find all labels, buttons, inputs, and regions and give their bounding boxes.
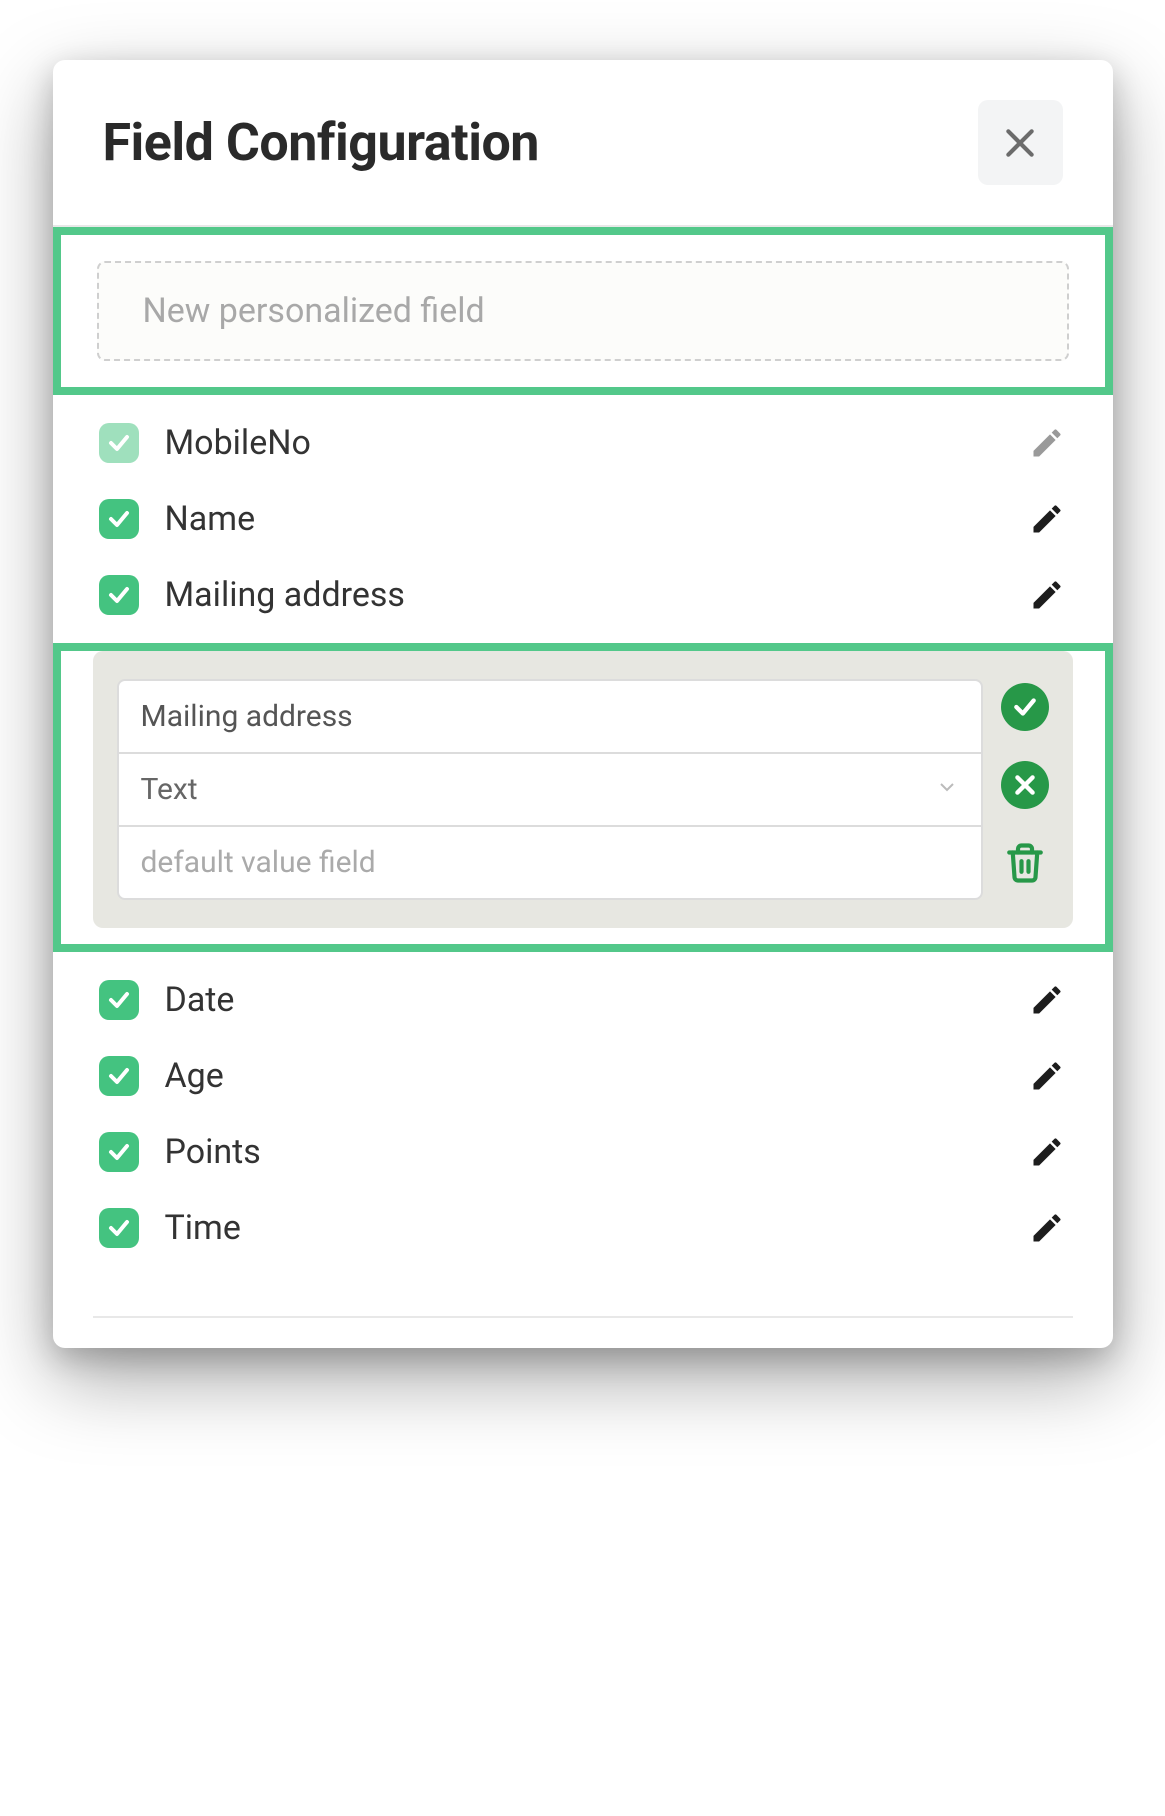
field-row: Points [93, 1114, 1073, 1190]
check-icon [107, 583, 131, 607]
new-field-dropzone[interactable]: New personalized field [97, 261, 1069, 361]
edit-button[interactable] [1027, 1056, 1067, 1096]
panel-header: Field Configuration [53, 60, 1113, 227]
field-row: Name [93, 481, 1073, 557]
field-row: Age [93, 1038, 1073, 1114]
edit-inputs: Text [117, 679, 983, 900]
select-value: Text [141, 772, 198, 807]
field-edit-panel: Text [93, 651, 1073, 928]
field-checkbox[interactable] [99, 1056, 139, 1096]
field-checkbox[interactable] [99, 575, 139, 615]
edit-button[interactable] [1027, 575, 1067, 615]
check-icon [107, 1064, 131, 1088]
pencil-icon [1029, 1058, 1065, 1094]
edit-button[interactable] [1027, 980, 1067, 1020]
edit-button[interactable] [1027, 1208, 1067, 1248]
fields-list-top: MobileNo Name Mailing address [53, 387, 1113, 643]
chevron-down-icon [935, 772, 959, 807]
field-label: Mailing address [165, 575, 1027, 615]
pencil-icon [1029, 1210, 1065, 1246]
edit-field-name-input[interactable] [117, 679, 983, 753]
pencil-icon [1029, 425, 1065, 461]
field-checkbox[interactable] [99, 1208, 139, 1248]
edit-button[interactable] [1027, 1132, 1067, 1172]
pencil-icon [1029, 501, 1065, 537]
pencil-icon [1029, 982, 1065, 1018]
check-icon [107, 1216, 131, 1240]
check-icon [1012, 694, 1038, 720]
field-row: Time [93, 1190, 1073, 1266]
field-row: Date [93, 962, 1073, 1038]
trash-icon [1004, 842, 1046, 884]
field-label: Name [165, 499, 1027, 539]
check-icon [107, 1140, 131, 1164]
divider [93, 1316, 1073, 1318]
field-row: Mailing address [93, 557, 1073, 633]
field-label: MobileNo [165, 423, 1027, 463]
field-label: Points [165, 1132, 1027, 1172]
close-icon [1000, 123, 1040, 163]
field-label: Time [165, 1208, 1027, 1248]
edit-button[interactable] [1027, 423, 1067, 463]
edit-actions [1001, 679, 1049, 887]
check-icon [107, 988, 131, 1012]
edit-field-type-select[interactable]: Text [117, 753, 983, 826]
field-checkbox[interactable] [99, 980, 139, 1020]
pencil-icon [1029, 577, 1065, 613]
new-field-highlight: New personalized field [53, 227, 1113, 395]
field-label: Age [165, 1056, 1027, 1096]
fields-list-bottom: Date Age Points [53, 944, 1113, 1276]
field-checkbox[interactable] [99, 423, 139, 463]
edit-field-default-input[interactable] [117, 826, 983, 900]
page-title: Field Configuration [103, 112, 539, 173]
field-row: MobileNo [93, 405, 1073, 481]
field-config-panel: Field Configuration New personalized fie… [53, 60, 1113, 1348]
cancel-button[interactable] [1001, 761, 1049, 809]
field-checkbox[interactable] [99, 1132, 139, 1172]
field-label: Date [165, 980, 1027, 1020]
close-button[interactable] [978, 100, 1063, 185]
confirm-button[interactable] [1001, 683, 1049, 731]
edit-panel-highlight: Text [53, 643, 1113, 952]
check-icon [107, 507, 131, 531]
new-field-placeholder: New personalized field [143, 291, 485, 331]
pencil-icon [1029, 1134, 1065, 1170]
check-icon [107, 431, 131, 455]
edit-button[interactable] [1027, 499, 1067, 539]
field-checkbox[interactable] [99, 499, 139, 539]
delete-button[interactable] [1001, 839, 1049, 887]
close-icon [1012, 772, 1038, 798]
